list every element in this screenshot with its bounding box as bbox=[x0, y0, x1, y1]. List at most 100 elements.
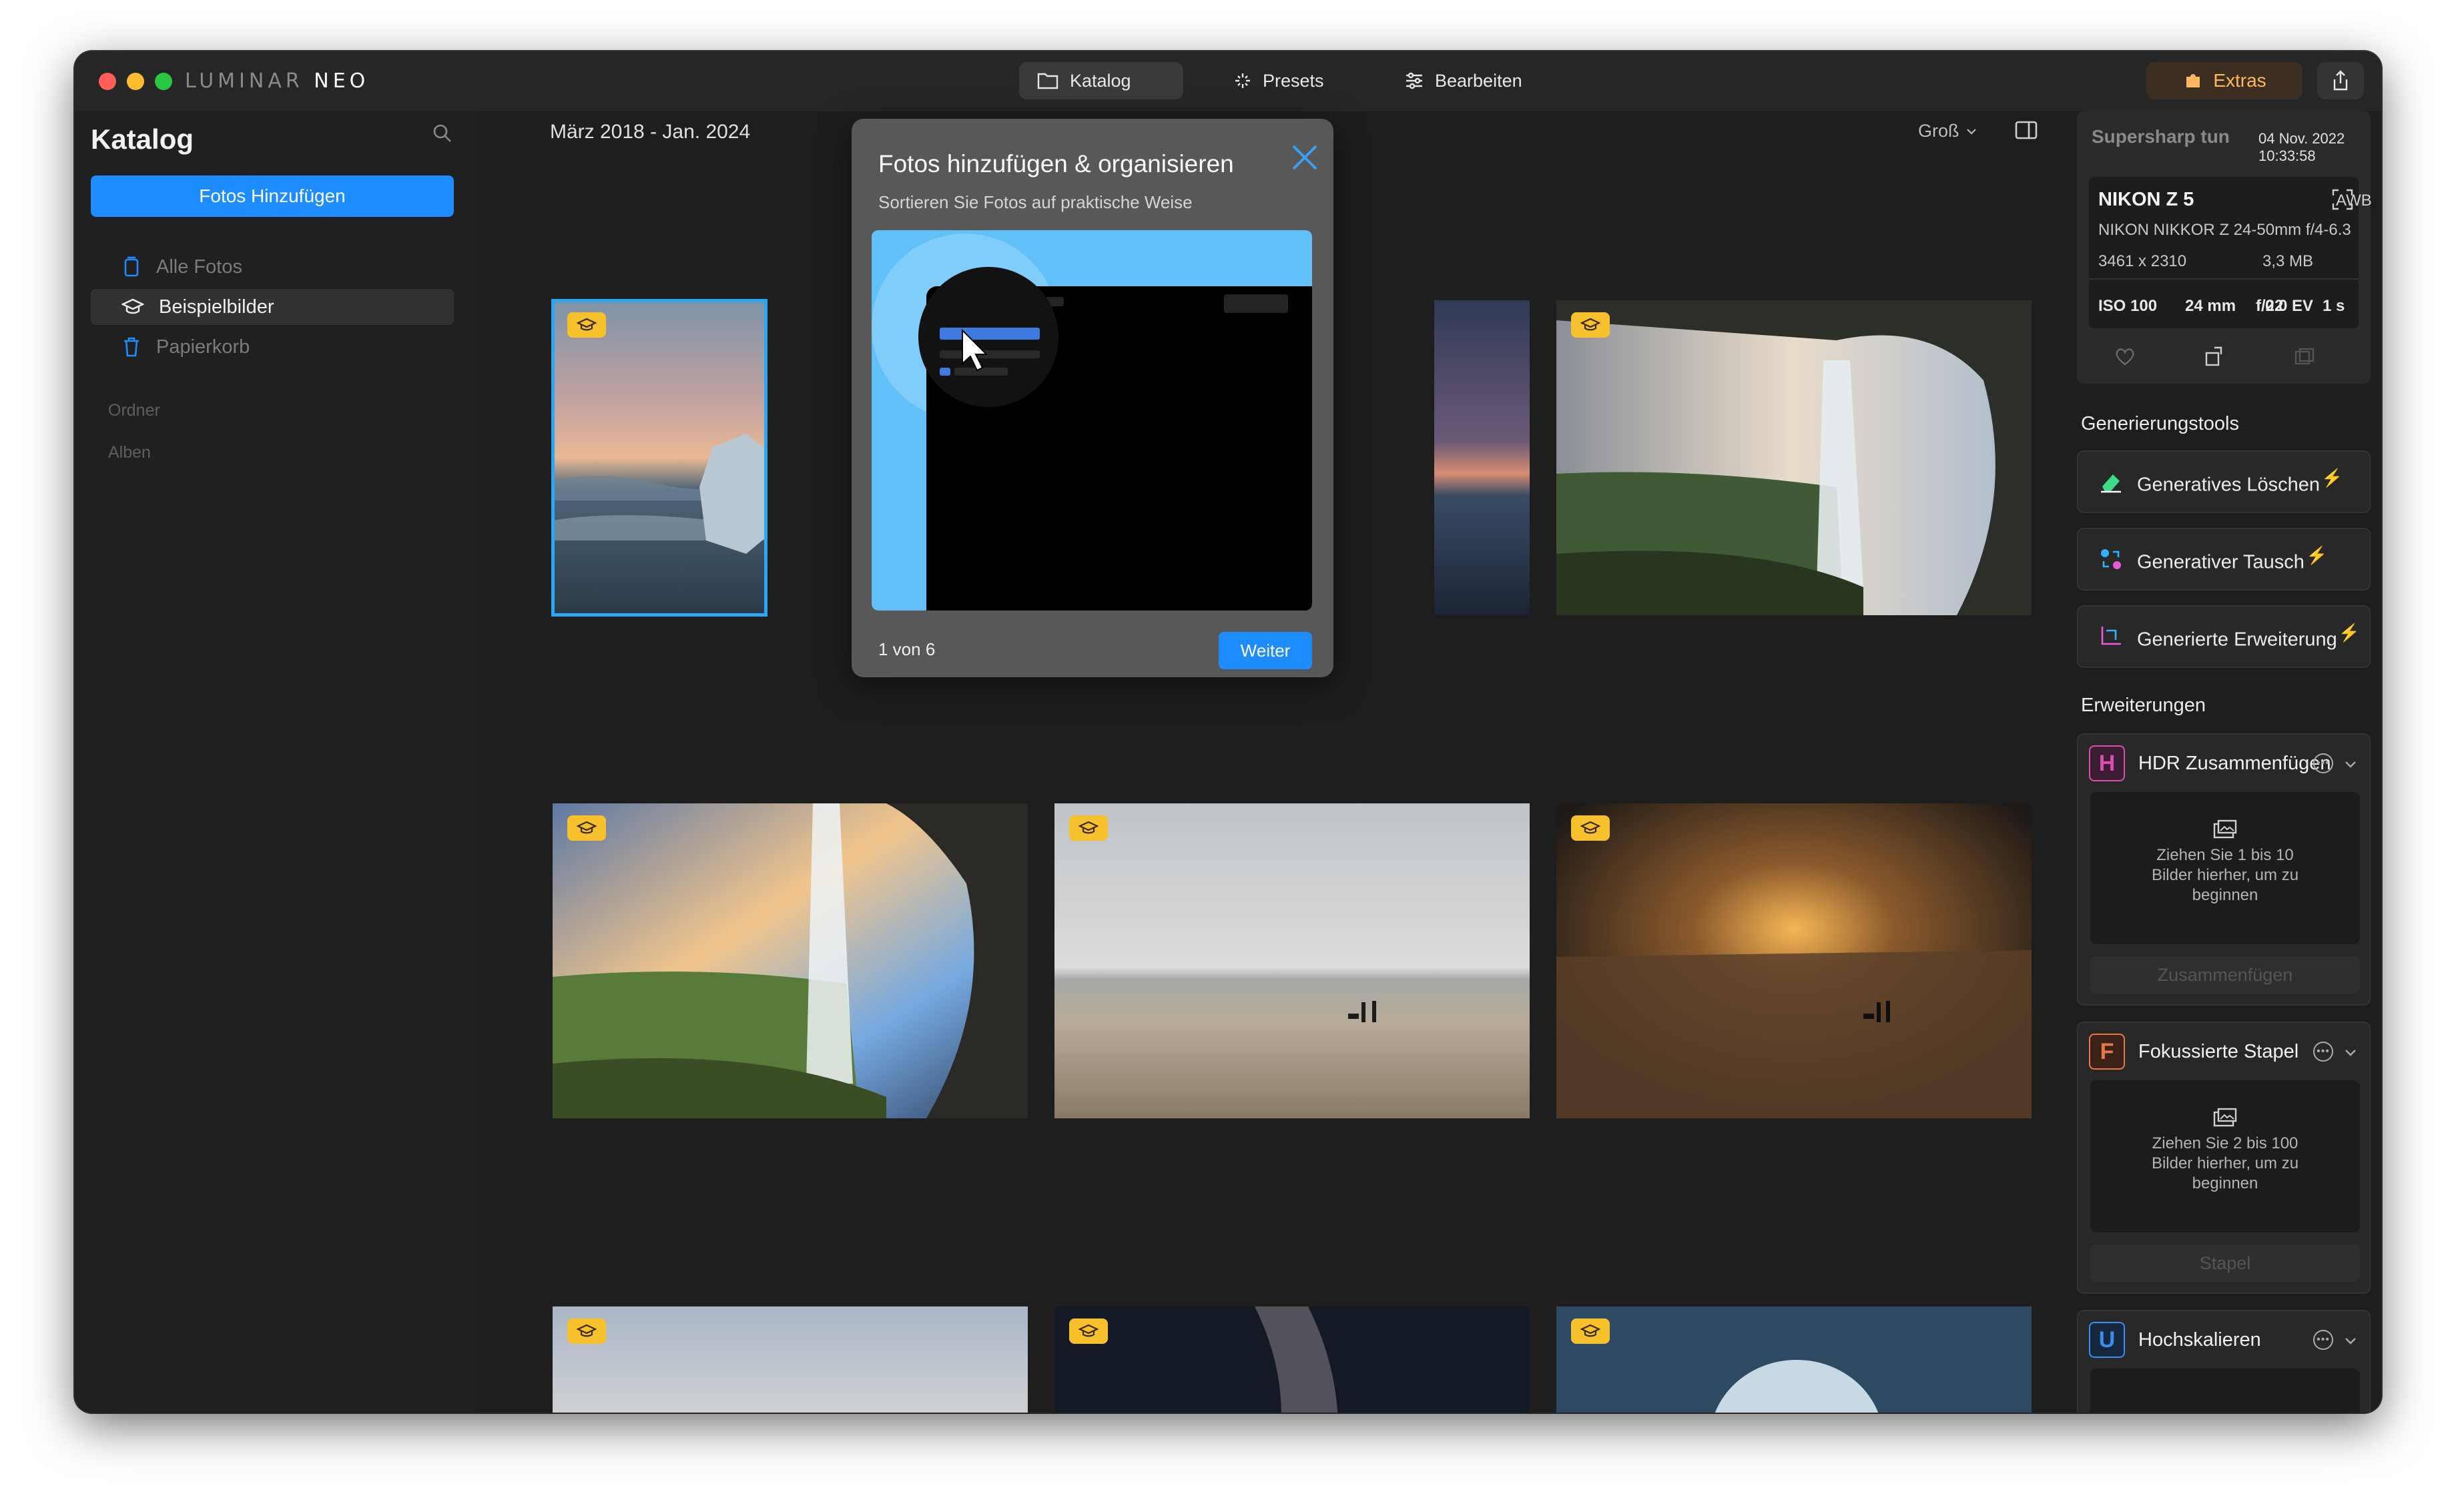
step-counter: 1 von 6 bbox=[878, 639, 936, 659]
chevron-down-icon[interactable] bbox=[2344, 1046, 2357, 1059]
title-bar: LUMINAR NEO Katalog Presets Bearbeiten E… bbox=[75, 51, 2381, 111]
photo-thumbnail[interactable] bbox=[1556, 803, 2032, 1118]
drop-text: Ziehen Sie 1 bis 10 bbox=[2156, 846, 2294, 864]
focal-length: 24 mm bbox=[2185, 297, 2236, 315]
close-popover-button[interactable] bbox=[1288, 141, 1321, 174]
close-icon bbox=[1292, 145, 1317, 170]
drop-text: beginnen bbox=[2192, 1174, 2258, 1192]
folder-icon bbox=[1037, 73, 1058, 89]
photo-thumbnail[interactable] bbox=[1434, 300, 1530, 615]
drop-text: Bilder hierher, um zu bbox=[2151, 866, 2299, 884]
popover-subtitle: Sortieren Sie Fotos auf praktische Weise bbox=[878, 192, 1193, 212]
photos-icon bbox=[124, 256, 139, 277]
chevron-down-icon[interactable] bbox=[2344, 757, 2357, 771]
photo-thumbnail[interactable] bbox=[1054, 1306, 1530, 1413]
images-icon bbox=[2213, 1108, 2237, 1127]
capture-date: 04 Nov. 2022 10:33:58 bbox=[2258, 130, 2345, 164]
drop-text: beginnen bbox=[2192, 886, 2258, 904]
drop-zone[interactable] bbox=[2090, 1369, 2360, 1413]
extras-label: Extras bbox=[2213, 70, 2266, 91]
size-label: Groß bbox=[1918, 121, 1959, 141]
sidebar: Katalog Fotos Hinzufügen Alle Fotos Beis… bbox=[75, 111, 475, 1413]
fullscreen-icon[interactable] bbox=[2332, 187, 2356, 212]
extension-upscale-header[interactable]: U Hochskalieren bbox=[2089, 1322, 2261, 1358]
gen-tool-label: Generatives Löschen bbox=[2137, 474, 2321, 496]
gen-tool-label: Generierte Erweiterung bbox=[2137, 629, 2337, 651]
chevron-down-icon[interactable] bbox=[2344, 1334, 2357, 1347]
photo-thumbnail[interactable] bbox=[553, 803, 1028, 1118]
iso-value: ISO 100 bbox=[2098, 297, 2158, 315]
add-photos-button[interactable]: Fotos Hinzufügen bbox=[91, 175, 454, 217]
sidebar-title: Katalog bbox=[91, 123, 194, 155]
swap-icon bbox=[2101, 549, 2121, 569]
generation-tools-header: Generierungstools bbox=[2081, 413, 2239, 434]
sidebar-item-alle-fotos[interactable]: Alle Fotos bbox=[91, 249, 454, 285]
eraser-icon bbox=[2101, 474, 2121, 493]
tab-bearbeiten[interactable]: Bearbeiten bbox=[1387, 62, 1540, 99]
extension-hdr-header[interactable]: H HDR Zusammenfügen bbox=[2089, 745, 2331, 781]
lightning-icon: ⚡ bbox=[2338, 622, 2361, 643]
photo-thumbnail[interactable] bbox=[551, 299, 768, 617]
section-ordner[interactable]: Ordner bbox=[108, 401, 160, 420]
search-icon[interactable] bbox=[431, 122, 454, 145]
extension-focus-header[interactable]: F Fokussierte Stapel bbox=[2089, 1034, 2298, 1070]
chevron-down-icon bbox=[1966, 128, 1976, 135]
extension-title: Hochskalieren bbox=[2138, 1329, 2261, 1351]
photo-info-card: Supersharp tun 04 Nov. 2022 10:33:58 NIK… bbox=[2077, 111, 2372, 384]
more-options-icon[interactable]: ••• bbox=[2313, 1330, 2333, 1350]
generative-erase-button[interactable]: Generatives Löschen⚡ bbox=[2077, 450, 2371, 513]
upscale-icon: U bbox=[2089, 1322, 2125, 1358]
extension-hdr: H HDR Zusammenfügen ••• Ziehen Sie 1 bis… bbox=[2077, 733, 2371, 1006]
more-options-icon[interactable]: ••• bbox=[2313, 753, 2333, 773]
photo-thumbnail[interactable] bbox=[1556, 300, 2032, 615]
close-window-button[interactable] bbox=[99, 73, 116, 90]
graduation-cap-icon bbox=[567, 312, 606, 338]
extensions-header: Erweiterungen bbox=[2081, 695, 2206, 716]
expand-icon bbox=[2101, 627, 2121, 645]
tab-presets[interactable]: Presets bbox=[1216, 62, 1341, 99]
graduation-cap-icon bbox=[1571, 815, 1610, 841]
drop-zone[interactable]: Ziehen Sie 2 bis 100 Bilder hierher, um … bbox=[2090, 1080, 2360, 1232]
sliders-icon bbox=[1406, 72, 1422, 89]
photo-thumbnail[interactable] bbox=[1054, 803, 1530, 1118]
lightning-icon: ⚡ bbox=[2321, 467, 2343, 488]
info-title: Supersharp tun bbox=[2092, 126, 2230, 147]
stack-button[interactable]: Stapel bbox=[2090, 1244, 2360, 1282]
rotate-icon[interactable] bbox=[2204, 345, 2225, 368]
merge-button[interactable]: Zusammenfügen bbox=[2090, 956, 2360, 994]
photo-thumbnail[interactable] bbox=[1556, 1306, 2032, 1413]
app-window: LUMINAR NEO Katalog Presets Bearbeiten E… bbox=[75, 51, 2381, 1413]
zoom-window-button[interactable] bbox=[155, 73, 172, 90]
compare-icon[interactable] bbox=[2293, 346, 2316, 366]
panel-toggle-button[interactable] bbox=[2013, 117, 2040, 143]
image-dimensions: 3461 x 2310 bbox=[2098, 252, 2187, 270]
tab-katalog[interactable]: Katalog bbox=[1019, 62, 1183, 99]
more-options-icon[interactable]: ••• bbox=[2313, 1042, 2333, 1062]
sidebar-item-papierkorb[interactable]: Papierkorb bbox=[91, 329, 454, 365]
sidebar-item-beispielbilder[interactable]: Beispielbilder bbox=[91, 289, 454, 325]
generative-swap-button[interactable]: Generativer Tausch⚡ bbox=[2077, 528, 2371, 591]
divider bbox=[2089, 278, 2359, 280]
graduation-cap-icon bbox=[121, 298, 144, 314]
photo-thumbnail[interactable] bbox=[553, 1306, 1028, 1413]
file-size: 3,3 MB bbox=[2262, 252, 2314, 270]
generative-expand-button[interactable]: Generierte Erweiterung⚡ bbox=[2077, 605, 2371, 668]
popover-title: Fotos hinzufügen & organisieren bbox=[878, 150, 1234, 177]
focus-stack-icon: F bbox=[2089, 1034, 2125, 1070]
share-button[interactable] bbox=[2317, 62, 2364, 99]
graduation-cap-icon bbox=[567, 1318, 606, 1344]
heart-icon[interactable] bbox=[2114, 346, 2136, 366]
drop-text: Bilder hierher, um zu bbox=[2151, 1154, 2299, 1172]
section-alben[interactable]: Alben bbox=[108, 443, 151, 462]
right-panel: Supersharp tun 04 Nov. 2022 10:33:58 NIK… bbox=[2064, 111, 2381, 1413]
shutter-speed: 1 s bbox=[2323, 297, 2345, 315]
drop-text: Ziehen Sie 2 bis 100 bbox=[2152, 1134, 2298, 1152]
thumbnail-size-dropdown[interactable]: Groß bbox=[1918, 121, 1977, 141]
extras-button[interactable]: Extras bbox=[2146, 62, 2302, 99]
minimize-window-button[interactable] bbox=[127, 73, 144, 90]
sidebar-toggle-icon bbox=[2015, 121, 2038, 139]
presets-icon bbox=[1235, 73, 1250, 88]
date-range: März 2018 - Jan. 2024 bbox=[550, 121, 751, 143]
next-button[interactable]: Weiter bbox=[1219, 632, 1312, 669]
drop-zone[interactable]: Ziehen Sie 1 bis 10 Bilder hierher, um z… bbox=[2090, 792, 2360, 944]
